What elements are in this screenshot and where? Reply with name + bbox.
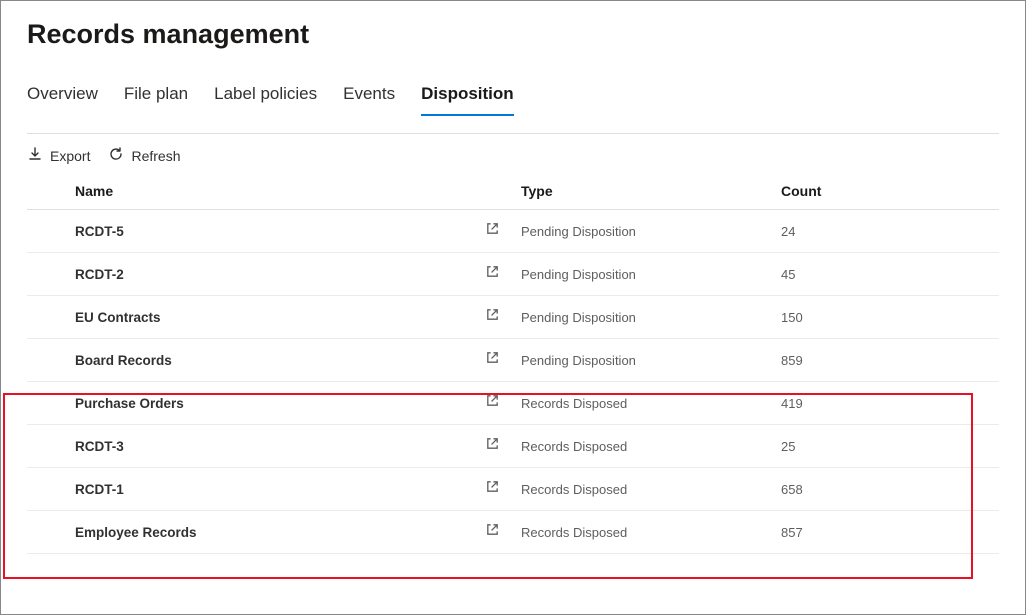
row-count: 150 [781, 310, 951, 325]
row-name: EU Contracts [75, 310, 485, 325]
export-label: Export [50, 148, 90, 164]
row-type: Pending Disposition [521, 353, 781, 368]
table-header: Name Type Count [27, 183, 999, 210]
row-count: 45 [781, 267, 951, 282]
divider [27, 133, 999, 134]
row-count: 25 [781, 439, 951, 454]
open-in-new-icon[interactable] [485, 393, 521, 413]
row-name: RCDT-5 [75, 224, 485, 239]
row-name: Board Records [75, 353, 485, 368]
page-title: Records management [27, 19, 999, 50]
table-row[interactable]: RCDT-3 Records Disposed 25 [27, 425, 999, 468]
open-in-new-icon[interactable] [485, 307, 521, 327]
row-name: RCDT-1 [75, 482, 485, 497]
open-in-new-icon[interactable] [485, 479, 521, 499]
table-row[interactable]: RCDT-5 Pending Disposition 24 [27, 210, 999, 253]
tab-file-plan[interactable]: File plan [124, 78, 188, 116]
row-count: 24 [781, 224, 951, 239]
row-name: RCDT-3 [75, 439, 485, 454]
open-in-new-icon[interactable] [485, 264, 521, 284]
row-name: RCDT-2 [75, 267, 485, 282]
row-type: Records Disposed [521, 482, 781, 497]
row-type: Pending Disposition [521, 310, 781, 325]
open-in-new-icon[interactable] [485, 522, 521, 542]
download-icon [27, 146, 43, 165]
col-name[interactable]: Name [75, 183, 485, 199]
col-type[interactable]: Type [521, 183, 781, 199]
open-in-new-icon[interactable] [485, 350, 521, 370]
row-type: Pending Disposition [521, 267, 781, 282]
refresh-button[interactable]: Refresh [108, 146, 180, 165]
refresh-label: Refresh [131, 148, 180, 164]
row-count: 859 [781, 353, 951, 368]
refresh-icon [108, 146, 124, 165]
open-in-new-icon[interactable] [485, 221, 521, 241]
table-row[interactable]: RCDT-2 Pending Disposition 45 [27, 253, 999, 296]
disposition-table: Name Type Count RCDT-5 Pending Dispositi… [27, 183, 999, 554]
row-count: 658 [781, 482, 951, 497]
tab-bar: Overview File plan Label policies Events… [27, 78, 999, 117]
col-count[interactable]: Count [781, 183, 951, 199]
tab-disposition[interactable]: Disposition [421, 78, 514, 116]
row-type: Records Disposed [521, 396, 781, 411]
open-in-new-icon[interactable] [485, 436, 521, 456]
table-row[interactable]: Employee Records Records Disposed 857 [27, 511, 999, 554]
table-row[interactable]: RCDT-1 Records Disposed 658 [27, 468, 999, 511]
tab-overview[interactable]: Overview [27, 78, 98, 116]
row-count: 857 [781, 525, 951, 540]
export-button[interactable]: Export [27, 146, 90, 165]
row-type: Pending Disposition [521, 224, 781, 239]
row-type: Records Disposed [521, 525, 781, 540]
row-name: Purchase Orders [75, 396, 485, 411]
tab-events[interactable]: Events [343, 78, 395, 116]
table-row[interactable]: EU Contracts Pending Disposition 150 [27, 296, 999, 339]
row-type: Records Disposed [521, 439, 781, 454]
row-count: 419 [781, 396, 951, 411]
toolbar: Export Refresh [27, 144, 999, 165]
row-name: Employee Records [75, 525, 485, 540]
table-row[interactable]: Board Records Pending Disposition 859 [27, 339, 999, 382]
table-row[interactable]: Purchase Orders Records Disposed 419 [27, 382, 999, 425]
tab-label-policies[interactable]: Label policies [214, 78, 317, 116]
